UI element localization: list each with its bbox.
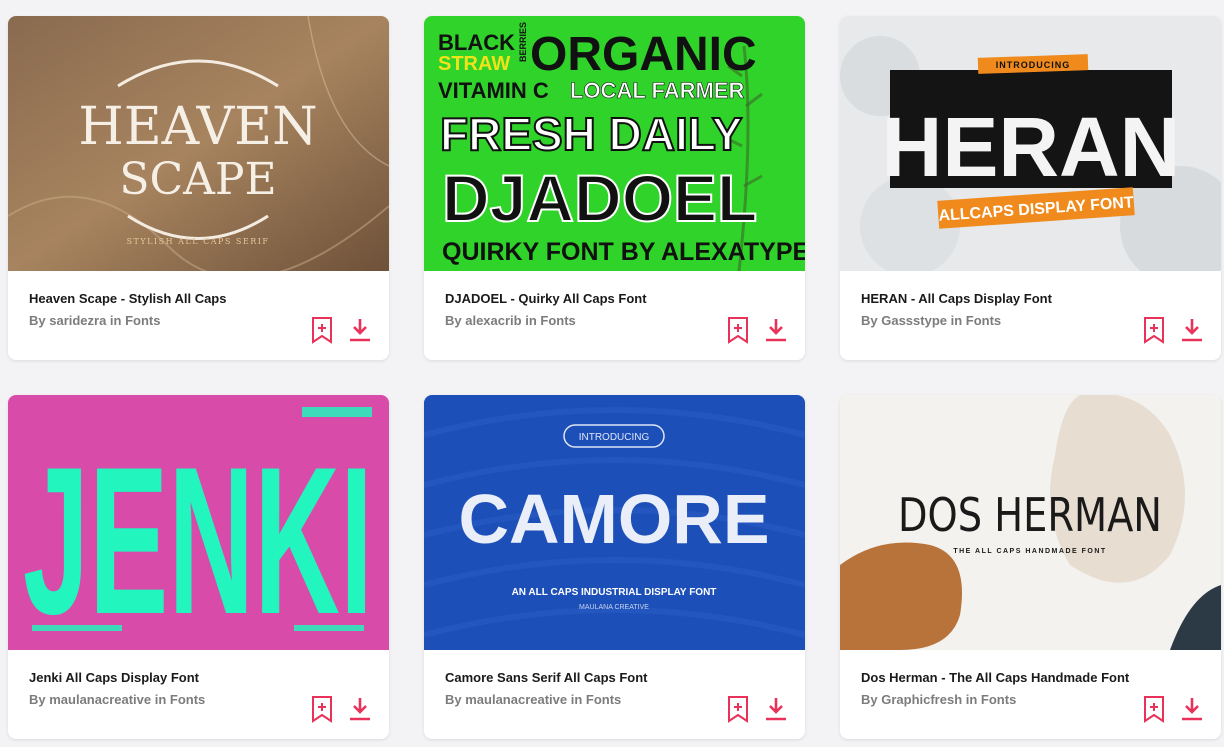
preview-tagline: THE ALL CAPS HANDMADE FONT <box>953 548 1106 555</box>
preview-word5: VITAMIN C <box>438 78 549 103</box>
product-thumbnail[interactable]: DOS HERMAN THE ALL CAPS HANDMADE FONT <box>840 395 1221 650</box>
preview-name: HERAN <box>882 100 1181 194</box>
bookmark-add-icon[interactable] <box>726 316 750 344</box>
preview-tagline: STYLISH ALL CAPS SERIF <box>127 237 270 246</box>
download-icon[interactable] <box>348 316 372 344</box>
preview-name: JENKI <box>23 423 373 650</box>
product-title[interactable]: Heaven Scape - Stylish All Caps <box>29 291 226 306</box>
preview-word1: BLACK <box>438 30 515 55</box>
product-card[interactable]: HEAVEN SCAPE STYLISH ALL CAPS SERIF Heav… <box>8 16 389 360</box>
product-thumbnail[interactable]: BLACK BERRIES STRAW ORGANIC VITAMIN C LO… <box>424 16 805 271</box>
product-card[interactable]: INTRODUCING CAMORE AN ALL CAPS INDUSTRIA… <box>424 395 805 739</box>
product-author[interactable]: By Gassstype in Fonts <box>861 313 1001 328</box>
product-card[interactable]: JENKI Jenki All Caps Display Font By mau… <box>8 395 389 739</box>
product-card[interactable]: BLACK BERRIES STRAW ORGANIC VITAMIN C LO… <box>424 16 805 360</box>
preview-tagline: AN ALL CAPS INDUSTRIAL DISPLAY FONT <box>512 587 717 598</box>
preview-word7: FRESH DAILY <box>440 108 742 160</box>
preview-word8: DJADOEL <box>442 161 757 235</box>
product-grid: HEAVEN SCAPE STYLISH ALL CAPS SERIF Heav… <box>8 16 1221 739</box>
download-icon[interactable] <box>764 316 788 344</box>
product-title[interactable]: DJADOEL - Quirky All Caps Font <box>445 291 647 306</box>
preview-word2: BERRIES <box>518 22 528 62</box>
bookmark-add-icon[interactable] <box>1142 695 1166 723</box>
product-author[interactable]: By maulanacreative in Fonts <box>29 692 205 707</box>
download-icon[interactable] <box>1180 695 1204 723</box>
product-author[interactable]: By Graphicfresh in Fonts <box>861 692 1016 707</box>
product-title[interactable]: HERAN - All Caps Display Font <box>861 291 1052 306</box>
download-icon[interactable] <box>764 695 788 723</box>
product-title[interactable]: Jenki All Caps Display Font <box>29 670 199 685</box>
download-icon[interactable] <box>1180 316 1204 344</box>
bookmark-add-icon[interactable] <box>310 316 334 344</box>
product-thumbnail[interactable]: INTRODUCING HERAN ALLCAPS DISPLAY FONT <box>840 16 1221 271</box>
preview-word6: LOCAL FARMER <box>570 78 744 103</box>
bookmark-add-icon[interactable] <box>310 695 334 723</box>
preview-word3: STRAW <box>438 53 510 75</box>
product-author[interactable]: By maulanacreative in Fonts <box>445 692 621 707</box>
preview-intro: INTRODUCING <box>579 432 650 443</box>
product-card[interactable]: DOS HERMAN THE ALL CAPS HANDMADE FONT Do… <box>840 395 1221 739</box>
preview-intro: INTRODUCING <box>996 60 1071 70</box>
preview-line2: SCAPE <box>119 154 276 205</box>
product-thumbnail[interactable]: HEAVEN SCAPE STYLISH ALL CAPS SERIF <box>8 16 389 271</box>
preview-credit: MAULANA CREATIVE <box>579 604 649 611</box>
bookmark-add-icon[interactable] <box>726 695 750 723</box>
product-author[interactable]: By alexacrib in Fonts <box>445 313 576 328</box>
product-thumbnail[interactable]: INTRODUCING CAMORE AN ALL CAPS INDUSTRIA… <box>424 395 805 650</box>
preview-word9: QUIRKY FONT BY ALEXATYPE <box>442 238 805 266</box>
preview-name: CAMORE <box>458 480 769 558</box>
preview-name: DOS HERMAN <box>898 488 1162 542</box>
preview-word4: ORGANIC <box>530 28 757 81</box>
product-thumbnail[interactable]: JENKI <box>8 395 389 650</box>
product-title[interactable]: Dos Herman - The All Caps Handmade Font <box>861 670 1129 685</box>
product-author[interactable]: By saridezra in Fonts <box>29 313 160 328</box>
download-icon[interactable] <box>348 695 372 723</box>
bookmark-add-icon[interactable] <box>1142 316 1166 344</box>
product-card[interactable]: INTRODUCING HERAN ALLCAPS DISPLAY FONT H… <box>840 16 1221 360</box>
preview-line1: HEAVEN <box>78 97 317 157</box>
product-title[interactable]: Camore Sans Serif All Caps Font <box>445 670 648 685</box>
